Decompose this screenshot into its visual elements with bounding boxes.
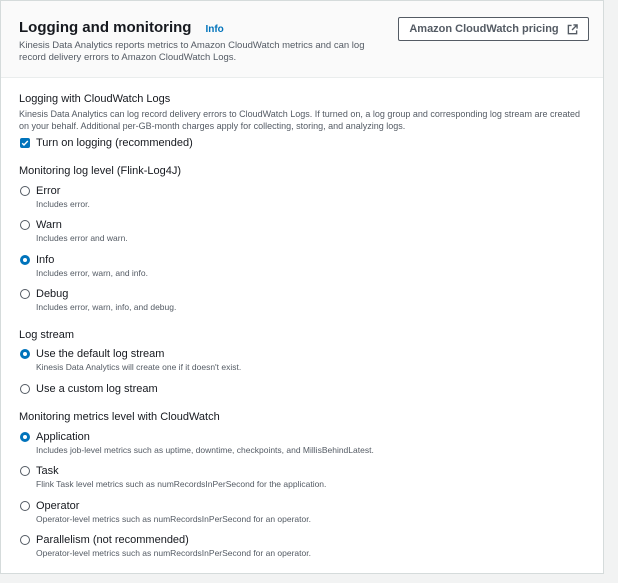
metrics-level-section-label: Monitoring metrics level with CloudWatch — [19, 411, 220, 423]
info-link[interactable]: Info — [205, 24, 223, 35]
checkbox-label: Turn on logging (recommended) — [36, 137, 193, 149]
logging-description: Kinesis Data Analytics can log record de… — [19, 109, 580, 131]
option-label: Error — [36, 185, 61, 197]
option-description: Includes error, warn, info, and debug. — [36, 302, 177, 312]
option-description: Flink Task level metrics such as numReco… — [36, 479, 327, 489]
option-description: Includes error and warn. — [36, 233, 128, 243]
radio-button[interactable] — [20, 501, 30, 511]
radio-button[interactable] — [20, 289, 30, 299]
cloudwatch-pricing-button[interactable]: Amazon CloudWatch pricing — [398, 17, 589, 41]
page-title: Logging and monitoring — [19, 19, 192, 36]
radio-button[interactable] — [20, 384, 30, 394]
option-label: Use the default log stream — [36, 348, 165, 360]
pricing-button-label: Amazon CloudWatch pricing — [409, 23, 559, 35]
logging-section-label: Logging with CloudWatch Logs — [19, 93, 171, 105]
log-level-section-label: Monitoring log level (Flink-Log4J) — [19, 165, 182, 177]
option-label: Parallelism (not recommended) — [36, 534, 189, 546]
title-row: Logging and monitoring Info — [19, 19, 224, 36]
header-description: Kinesis Data Analytics reports metrics t… — [19, 40, 365, 63]
log-stream-section-label: Log stream — [19, 329, 75, 341]
radio-button-selected[interactable] — [20, 432, 30, 442]
radio-button[interactable] — [20, 466, 30, 476]
logging-monitoring-panel: Logging and monitoring Info Kinesis Data… — [0, 0, 604, 574]
option-description: Includes job-level metrics such as uptim… — [36, 445, 374, 455]
option-label: Use a custom log stream — [36, 383, 158, 395]
option-label: Application — [36, 431, 90, 443]
option-description: Operator-level metrics such as numRecord… — [36, 548, 311, 558]
checkbox-checked-icon[interactable] — [20, 138, 30, 148]
option-description: Includes error, warn, and info. — [36, 268, 148, 278]
option-description: Operator-level metrics such as numRecord… — [36, 514, 311, 524]
radio-button-selected[interactable] — [20, 255, 30, 265]
radio-button[interactable] — [20, 535, 30, 545]
option-label: Info — [36, 254, 55, 266]
option-description: Kinesis Data Analytics will create one i… — [36, 362, 242, 372]
radio-button-selected[interactable] — [20, 349, 30, 359]
external-link-icon — [567, 23, 578, 35]
radio-button[interactable] — [20, 220, 30, 230]
option-label: Warn — [36, 219, 62, 231]
panel-header: Logging and monitoring Info Kinesis Data… — [1, 1, 603, 78]
radio-button[interactable] — [20, 186, 30, 196]
option-label: Operator — [36, 500, 80, 512]
option-description: Includes error. — [36, 199, 90, 209]
option-label: Task — [36, 465, 59, 477]
option-label: Debug — [36, 288, 69, 300]
